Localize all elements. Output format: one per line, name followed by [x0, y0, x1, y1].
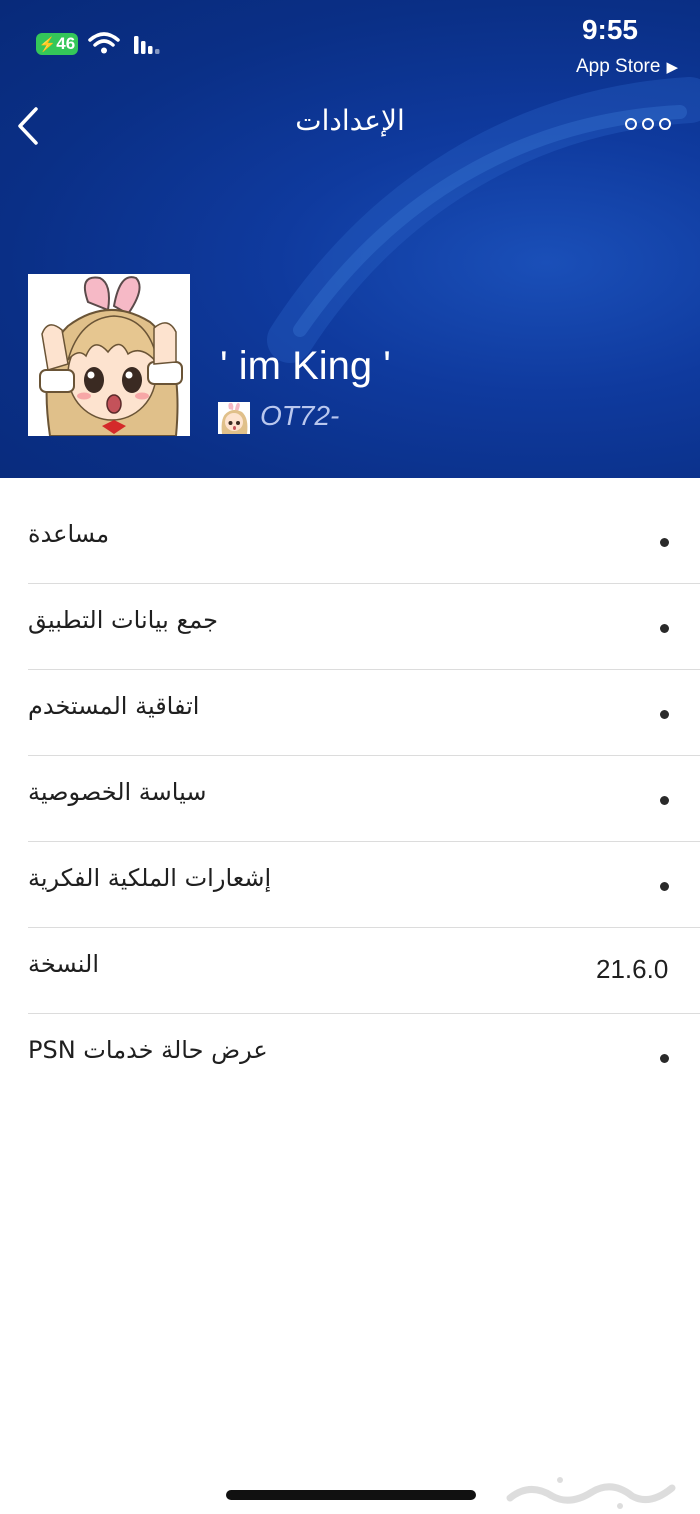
- profile-name: ' im King ': [220, 344, 391, 388]
- charging-bolt-icon: ⚡: [38, 36, 57, 52]
- chevron-left-icon[interactable]: [12, 104, 52, 148]
- settings-item-user-agreement[interactable]: اتفاقية المستخدم: [28, 670, 700, 756]
- settings-item-label: جمع بيانات التطبيق: [28, 606, 218, 634]
- profile-header: ⚡46 9:55 App Store ▶ الإعدادات ' im King…: [0, 0, 700, 478]
- settings-item-label: سياسة الخصوصية: [28, 778, 207, 806]
- settings-item-privacy-policy[interactable]: سياسة الخصوصية: [28, 756, 700, 842]
- bullet-icon: [660, 538, 669, 547]
- settings-item-label: النسخة: [28, 950, 99, 978]
- bullet-icon: [660, 796, 669, 805]
- page-title: الإعدادات: [295, 104, 405, 137]
- settings-item-label: مساعدة: [28, 520, 110, 548]
- settings-item-label: عرض حالة خدمات PSN: [28, 1036, 268, 1064]
- settings-item-label: اتفاقية المستخدم: [28, 692, 200, 720]
- online-id: OT72-: [260, 400, 340, 431]
- settings-item-app-data-collection[interactable]: جمع بيانات التطبيق: [28, 584, 700, 670]
- anime-avatar-image: [28, 274, 190, 436]
- battery-indicator: ⚡46: [36, 33, 78, 55]
- version-number: 21.6.0: [596, 954, 669, 984]
- status-time: 9:55: [581, 14, 638, 45]
- settings-item-version: النسخة 21.6.0: [28, 928, 700, 1014]
- bullet-icon: [660, 624, 669, 633]
- back-to-app-label: App Store: [575, 56, 661, 77]
- settings-item-label: إشعارات الملكية الفكرية: [28, 864, 272, 892]
- cellular-signal-icon: [134, 36, 160, 54]
- settings-item-ip-notices[interactable]: إشعارات الملكية الفكرية: [28, 842, 700, 928]
- home-indicator[interactable]: [226, 1490, 476, 1500]
- settings-item-psn-status[interactable]: عرض حالة خدمات PSN: [28, 1014, 700, 1100]
- back-to-app-link[interactable]: App Store ▶: [576, 56, 678, 78]
- battery-level: 46: [56, 34, 76, 53]
- bullet-icon: [660, 1054, 669, 1063]
- bullet-icon: [660, 710, 669, 719]
- settings-list: مساعدة جمع بيانات التطبيق اتفاقية المستخ…: [28, 498, 700, 1100]
- mini-avatar-icon: [218, 402, 250, 434]
- bullet-icon: [660, 882, 669, 891]
- watermark-logo: [506, 1477, 676, 1509]
- play-triangle-icon: ▶: [666, 59, 678, 76]
- settings-item-help[interactable]: مساعدة: [28, 498, 700, 584]
- more-dots-icon[interactable]: [624, 116, 672, 132]
- avatar[interactable]: [28, 274, 190, 436]
- wifi-icon: [88, 32, 120, 54]
